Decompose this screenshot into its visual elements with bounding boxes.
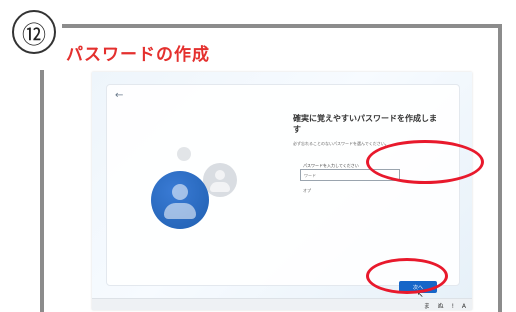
system-tray: ま ぬ ! A <box>418 301 466 310</box>
page-heading: 確実に覚えやすいパスワードを作成します <box>293 114 437 134</box>
tray-item[interactable]: ま <box>424 303 430 310</box>
step-number: ⑫ <box>12 10 56 54</box>
avatar-head <box>215 170 225 180</box>
section-title: パスワードの作成 <box>66 45 210 65</box>
frame-line-top <box>62 24 502 28</box>
taskbar: ま ぬ ! A <box>92 298 472 310</box>
setup-card: ← 確実に覚えやすいパスワードを作成します 必ず忘れることのないパスワードを選ん… <box>106 84 460 299</box>
user-avatar-icon <box>151 171 209 229</box>
options-link[interactable]: オプ <box>303 188 311 194</box>
avatar-body <box>164 203 196 219</box>
avatar-small-icon <box>177 147 191 161</box>
tray-item[interactable]: A <box>462 303 466 310</box>
back-arrow-icon[interactable]: ← <box>115 91 123 101</box>
avatar-body <box>210 182 230 192</box>
avatar-head <box>172 184 188 200</box>
tray-item[interactable]: ぬ <box>438 303 444 310</box>
frame-line-right <box>498 24 502 312</box>
highlight-ellipse-next <box>366 258 448 294</box>
frame-line-left <box>40 70 44 312</box>
highlight-ellipse-password <box>366 140 484 184</box>
tray-item[interactable]: ! <box>452 303 454 310</box>
